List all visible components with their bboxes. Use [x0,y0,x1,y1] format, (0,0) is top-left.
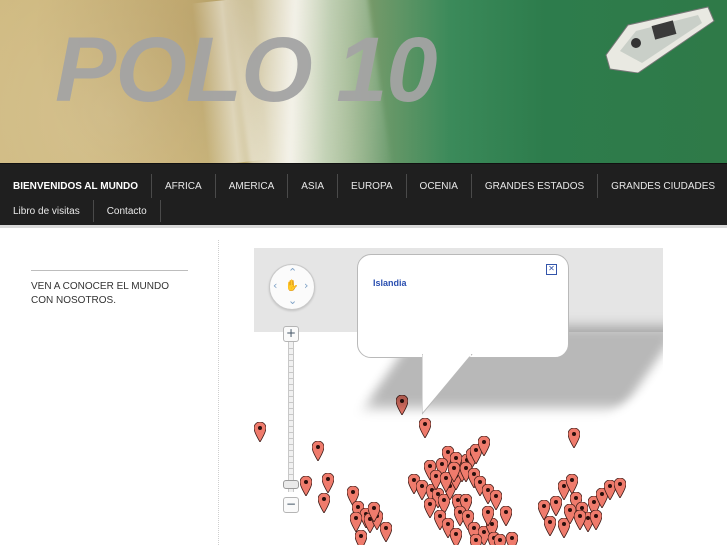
map-marker-icon[interactable] [448,462,460,482]
zoom-tick [288,450,294,451]
hand-icon[interactable]: ✋ [285,280,299,291]
map-marker-icon[interactable] [355,530,367,545]
nav-row-primary: BIENVENIDOS AL MUNDO AFRICA AMERICA ASIA… [0,174,727,198]
pan-up-icon[interactable]: ⌃ [288,267,297,278]
zoom-tick [288,348,294,349]
zoom-tick [288,468,294,469]
zoom-tick [288,444,294,445]
pan-right-icon[interactable]: › [304,280,308,291]
map-marker-icon[interactable] [380,522,392,542]
nav-row-secondary: Libro de visitas Contacto [0,200,161,222]
map-marker-icon[interactable] [419,418,431,438]
map-marker-icon[interactable] [450,528,462,545]
sidebar-divider [31,270,188,271]
map-marker-icon[interactable] [350,512,362,532]
zoom-tick [288,438,294,439]
nav-item-america[interactable]: AMERICA [216,174,289,198]
zoom-tick [288,390,294,391]
pan-down-icon[interactable]: ⌄ [288,295,297,306]
zoom-tick [288,372,294,373]
nav-item-grandes-ciudades[interactable]: GRANDES CIUDADES [598,174,727,198]
nav-item-grandes-estados[interactable]: GRANDES ESTADOS [472,174,599,198]
map-marker-icon[interactable] [574,510,586,530]
close-icon[interactable]: ✕ [546,264,557,275]
zoom-tick [288,408,294,409]
boat-image [605,6,715,73]
header-banner: POLO 10 [0,0,727,163]
map-marker-icon[interactable] [500,506,512,526]
map-marker-icon[interactable] [568,428,580,448]
map-marker-icon[interactable] [566,474,578,494]
zoom-slider-handle[interactable] [283,480,299,489]
map-marker-icon[interactable] [368,502,380,522]
zoom-tick [288,474,294,475]
map-marker-icon[interactable] [478,436,490,456]
map-marker-icon[interactable] [470,534,482,545]
zoom-tick [288,432,294,433]
map-marker-icon[interactable] [254,422,266,442]
map-marker-icon[interactable] [312,441,324,461]
zoom-tick [288,354,294,355]
nav-item-asia[interactable]: ASIA [288,174,339,198]
map-marker-icon[interactable] [614,478,626,498]
pan-left-icon[interactable]: ‹ [273,280,277,291]
map-marker-icon[interactable] [300,476,312,496]
zoom-tick [288,384,294,385]
main-navigation: BIENVENIDOS AL MUNDO AFRICA AMERICA ASIA… [0,163,727,226]
nav-item-bienvenidos[interactable]: BIENVENIDOS AL MUNDO [0,174,153,198]
zoom-tick [288,420,294,421]
nav-item-contacto[interactable]: Contacto [94,200,161,222]
zoom-slider[interactable] [288,342,294,492]
zoom-tick [288,462,294,463]
infowindow-title[interactable]: Islandia [373,278,407,288]
zoom-tick [288,366,294,367]
map-marker-icon[interactable] [590,510,602,530]
zoom-tick [288,414,294,415]
map-marker-icon[interactable] [544,516,556,536]
zoom-out-button[interactable]: − [283,497,299,513]
map-marker-icon[interactable] [318,493,330,513]
nav-item-ocenia[interactable]: OCENIA [407,174,472,198]
nav-item-libro-de-visitas[interactable]: Libro de visitas [0,200,94,222]
map-marker-icon[interactable] [482,506,494,526]
map-marker-icon[interactable] [322,473,334,493]
nav-item-europa[interactable]: EUROPA [338,174,407,198]
site-title: POLO 10 [55,19,438,121]
nav-bottom-border [0,225,727,228]
nav-item-africa[interactable]: AFRICA [152,174,216,198]
zoom-tick [288,402,294,403]
infowindow-tail [422,354,473,415]
zoom-tick [288,456,294,457]
map-marker-icon[interactable] [506,532,518,545]
zoom-tick [288,426,294,427]
zoom-in-button[interactable]: + [283,326,299,342]
world-map[interactable]: ⌃ ⌄ ‹ › ✋ + − Islandia ✕ [254,248,663,545]
zoom-tick [288,396,294,397]
pan-control[interactable]: ⌃ ⌄ ‹ › ✋ [269,264,315,310]
infowindow [357,254,569,358]
column-divider [218,240,219,545]
sidebar-tagline: VEN A CONOCER EL MUNDO CON NOSOTROS. [31,281,169,306]
zoom-tick [288,378,294,379]
zoom-tick [288,360,294,361]
map-marker-icon[interactable] [494,534,506,545]
